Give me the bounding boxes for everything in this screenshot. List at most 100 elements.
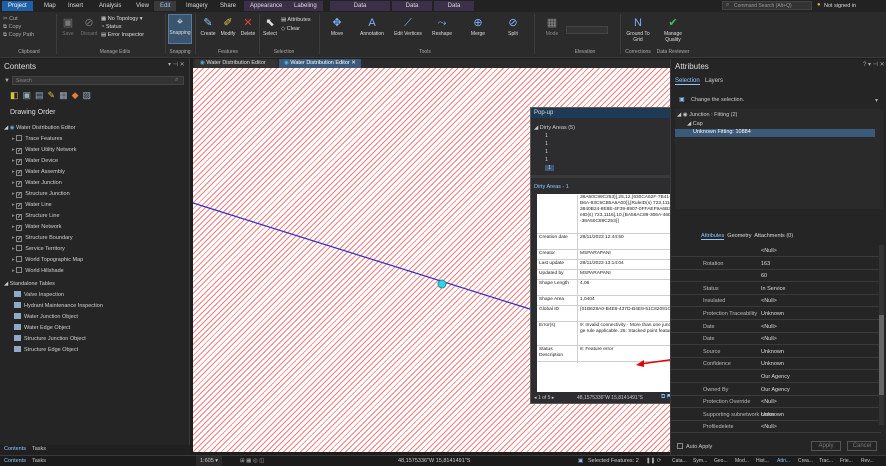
attribute-row[interactable]: Protection Traceability Unknown (671, 308, 881, 320)
tab-map[interactable]: Map (38, 1, 62, 11)
labeling-icon[interactable]: ◆ (72, 90, 83, 100)
standalone-table-item[interactable]: Water Edge Object (14, 323, 70, 334)
layer-item[interactable]: ▸ ✓ Water Junction (12, 178, 62, 189)
standalone-table-item[interactable]: Valve Inspection (14, 290, 64, 301)
layer-item[interactable]: ▸ ✓ Structure Line (12, 211, 60, 222)
cancel-button[interactable]: Cancel (847, 441, 877, 451)
attribute-row[interactable]: Confidence Unknown (671, 358, 881, 371)
attribute-field-value[interactable]: <Null> (761, 295, 777, 307)
tab-contents[interactable]: Contents (4, 446, 26, 452)
discard-edits-button[interactable]: ⊘ Discard (78, 16, 100, 37)
layer-item[interactable]: ▸ ✓ Water Utility Network (12, 145, 76, 156)
layer-visibility-checkbox[interactable]: ✓ (16, 225, 23, 231)
manage-quality-button[interactable]: ✔ Manage Quality (658, 16, 688, 43)
snapping-button[interactable]: ⌖ Snapping (168, 14, 192, 44)
map-scale-select[interactable]: 1:605 ▾ (196, 456, 223, 466)
layer-visibility-checkbox[interactable] (16, 245, 23, 251)
tab-edit[interactable]: Edit (154, 1, 177, 11)
attribute-field-value[interactable]: Unknown (761, 358, 784, 370)
layer-item[interactable]: ▸ ✓ Water Network (12, 222, 61, 233)
popup-item-2[interactable]: 1 (545, 141, 548, 147)
attribute-field-value[interactable]: Our Agency (761, 371, 790, 383)
tab-share[interactable]: Share (214, 1, 242, 11)
reshape-button[interactable]: ⤳ Reshape (428, 16, 456, 37)
auto-apply-checkbox[interactable]: Auto Apply (677, 443, 712, 450)
map-nav-icons[interactable]: ⊞ ▦ ◎ ◫ (240, 456, 264, 466)
attribute-row[interactable]: Profiledelete <Null> (671, 421, 881, 434)
split-button[interactable]: ⊘ Split (500, 16, 526, 37)
attribute-scrollbar[interactable] (879, 245, 884, 425)
attribute-field-value[interactable]: <Null> (761, 421, 777, 433)
cut-button[interactable]: ✂ Cut (3, 15, 34, 23)
tab-tasks[interactable]: Tasks (32, 446, 46, 452)
tab-labeling[interactable]: Labeling (288, 1, 323, 11)
tab-data-1[interactable]: Data (330, 1, 390, 11)
pin-icon[interactable]: ▾ ⊣ ✕ (168, 61, 185, 68)
change-selection-link[interactable]: Change the selection. (691, 97, 744, 103)
edit-vertices-button[interactable]: ⟋ Edit Vertices (393, 16, 423, 37)
selection-list-icon[interactable]: ▤ (35, 90, 48, 100)
attribute-row[interactable]: 60 (671, 270, 881, 283)
attribute-row[interactable]: Insulated <Null> (671, 295, 881, 308)
popup-item-4[interactable]: 1 (545, 157, 548, 163)
dock-tab[interactable]: Attri... (777, 456, 790, 466)
attribute-row[interactable]: Date <Null> (671, 321, 881, 333)
create-button[interactable]: ✎ Create (198, 16, 218, 37)
filter-icon[interactable]: ▼ (4, 78, 10, 84)
move-tool-button[interactable]: ✥ Move (323, 16, 351, 37)
attribute-field-value[interactable]: <Null> (761, 245, 777, 257)
selected-junction-point[interactable] (437, 279, 447, 289)
layer-visibility-checkbox[interactable] (16, 267, 23, 273)
map-tab-1[interactable]: ◉ Water Distribution Editor (195, 59, 277, 68)
standalone-table-item[interactable]: Structure Junction Object (14, 334, 86, 345)
sign-in-status[interactable]: Not signed in (824, 3, 856, 9)
attribute-field-value[interactable]: In Service (761, 283, 785, 295)
attribute-field-value[interactable]: <Null> (761, 333, 777, 345)
attribute-field-value[interactable]: <Null> (761, 321, 777, 333)
dock-tab[interactable]: Mod... (735, 456, 749, 466)
topology-select[interactable]: ▦ No Topology ▾ (101, 15, 144, 23)
layer-item[interactable]: ▸ ✓ Water Device (12, 156, 58, 167)
tree-item-fitting[interactable]: ◢ ◉ Junction : Fitting (2) (677, 112, 737, 118)
layer-item[interactable]: ▸ ✓ Structure Boundary (12, 233, 73, 244)
attribute-row[interactable]: Owned By Our Agency (671, 384, 881, 396)
attribute-row[interactable]: Our Agency (671, 371, 881, 383)
tab-project[interactable]: Project (2, 1, 33, 11)
layer-visibility-checkbox[interactable]: ✓ (16, 170, 23, 176)
tree-item-unknown-fitting[interactable]: Unknown Fitting: 10884 (675, 129, 875, 137)
layer-item[interactable]: ▸ World Hillshade (12, 266, 64, 277)
attribute-field-value[interactable]: 163 (761, 258, 770, 270)
popup-item-1[interactable]: 1 (545, 133, 548, 139)
apply-button[interactable]: Apply (811, 441, 841, 451)
tab-layers[interactable]: Layers (705, 78, 723, 84)
water-line-feature[interactable] (193, 202, 534, 311)
tab-analysis[interactable]: Analysis (93, 1, 127, 11)
dock-tab[interactable]: Cata... (672, 456, 687, 466)
map-tab-2[interactable]: ◉ Water Distribution Editor ✕ (279, 59, 361, 68)
tree-item-cap[interactable]: ◢ Cap (687, 121, 703, 127)
drawing-order-icon[interactable]: ◧ (10, 90, 23, 100)
attribute-field-value[interactable]: Unknown (761, 346, 784, 358)
tab-insert[interactable]: Insert (62, 1, 89, 11)
status-button[interactable]: ◔ Status (101, 23, 144, 31)
attribute-row[interactable]: Protection Override <Null> (671, 396, 881, 409)
layer-item[interactable]: ▸ Service Territory (12, 244, 65, 255)
popup-item-3[interactable]: 1 (545, 149, 548, 155)
pause-refresh-icons[interactable]: ❚❚ ⟳ (646, 456, 661, 466)
standalone-tables-heading[interactable]: ◢ Standalone Tables (4, 279, 55, 290)
attribute-field-value[interactable]: Unknown (761, 409, 784, 421)
selected-features-count[interactable]: Selected Features: 2 (588, 456, 639, 466)
snapping-list-icon[interactable]: ▦ (59, 90, 72, 100)
layer-item[interactable]: ▸ World Topographic Map (12, 255, 83, 266)
attribute-field-value[interactable]: 60 (761, 270, 767, 282)
tab-geometry[interactable]: Geometry (727, 233, 751, 239)
dock-tab[interactable]: Geo... (714, 456, 728, 466)
standalone-table-item[interactable]: Hydrant Maintenance Inspection (14, 301, 103, 312)
source-icon[interactable]: ▣ (23, 90, 36, 100)
editing-icon[interactable]: ✎ (48, 90, 60, 100)
dock-tab[interactable]: Rev... (861, 456, 874, 466)
delete-button[interactable]: ✕ Delete (238, 16, 258, 37)
tab-view[interactable]: View (130, 1, 155, 11)
elevation-mode-button[interactable]: ▦ Mode (540, 16, 564, 37)
ground-to-grid-button[interactable]: N Ground To Grid (622, 16, 654, 43)
